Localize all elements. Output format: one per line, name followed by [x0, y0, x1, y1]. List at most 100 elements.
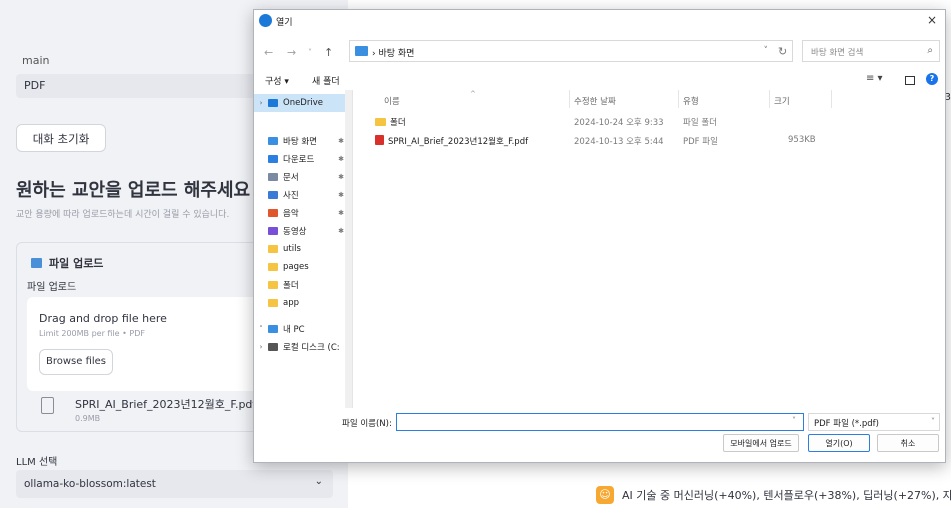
- column-divider[interactable]: [569, 90, 570, 108]
- mode-label: main: [22, 54, 50, 67]
- view-options-icon[interactable]: ≡ ▾: [866, 73, 883, 84]
- open-button[interactable]: 열기(O): [808, 434, 870, 452]
- file-row-name[interactable]: SPRI_AI_Brief_2023년12월호_F.pdf: [375, 135, 528, 147]
- file-row-type-text: 파일 폴더: [683, 118, 717, 128]
- help-icon[interactable]: ?: [926, 73, 938, 85]
- refresh-icon[interactable]: ↻: [778, 45, 787, 58]
- dialog-title: 열기: [276, 18, 293, 28]
- nav-item[interactable]: app: [254, 294, 352, 312]
- nav-item[interactable]: ˅ 내 PC: [254, 320, 352, 338]
- preview-pane-icon[interactable]: [905, 76, 915, 85]
- close-icon[interactable]: ×: [927, 13, 937, 27]
- nav-item[interactable]: 동영상 ✱: [254, 222, 352, 240]
- filename-input[interactable]: [396, 413, 804, 431]
- nav-item-label: app: [283, 298, 299, 308]
- expander-header[interactable]: 파일 업로드: [31, 255, 103, 271]
- file-row-date-text: 2024-10-24 오후 9:33: [574, 118, 664, 128]
- column-name[interactable]: 이름: [384, 95, 400, 107]
- nav-item[interactable]: 음악 ✱: [254, 204, 352, 222]
- nav-item[interactable]: 문서 ✱: [254, 168, 352, 186]
- column-divider[interactable]: [769, 90, 770, 108]
- search-icon: ⌕: [927, 45, 933, 56]
- chevron-down-icon[interactable]: ˅: [308, 48, 312, 57]
- mode-select[interactable]: PDF: [16, 74, 256, 98]
- uploader-label: 파일 업로드: [27, 282, 77, 293]
- folder-icon: [268, 209, 278, 217]
- file-row-date: 2024-10-24 오후 9:33: [574, 116, 664, 128]
- nav-item-label: 동영상: [283, 227, 307, 237]
- file-row-name[interactable]: 폴더: [375, 116, 406, 128]
- expand-arrow-icon: ˅: [259, 325, 263, 333]
- folder-icon: [268, 191, 278, 199]
- file-row-type: PDF 파일: [683, 135, 718, 147]
- cancel-button[interactable]: 취소: [877, 434, 939, 452]
- dialog-titlebar[interactable]: 열기 ×: [254, 10, 945, 32]
- folder-icon: [268, 173, 278, 181]
- llm-select[interactable]: ollama-ko-blossom:latest ⌄: [16, 470, 333, 498]
- address-bar[interactable]: › 바탕 화면 ˅: [349, 40, 793, 62]
- address-path: › 바탕 화면: [372, 49, 415, 59]
- upload-heading: 원하는 교안을 업로드 해주세요: [16, 180, 251, 201]
- new-folder-button[interactable]: 새 폴더: [312, 74, 340, 87]
- filename-label: 파일 이름(N):: [342, 419, 392, 429]
- nav-item-label: 문서: [283, 173, 299, 183]
- nav-item[interactable]: › 로컬 디스크 (C:: [254, 338, 352, 356]
- chevron-down-icon: ⌄: [314, 476, 323, 487]
- filetype-value: PDF 파일 (*.pdf): [814, 419, 879, 429]
- file-row-name-text: 폴더: [390, 118, 406, 128]
- nav-item-label: 음악: [283, 209, 299, 219]
- reset-chat-button[interactable]: 대화 초기화: [16, 124, 106, 152]
- nav-item-label: 내 PC: [283, 325, 305, 335]
- upload-from-mobile-button[interactable]: 모바일에서 업로드: [723, 434, 799, 452]
- filetype-select[interactable]: PDF 파일 (*.pdf) ˅: [808, 413, 940, 431]
- folder-icon: [268, 281, 278, 289]
- nav-item[interactable]: 다운로드 ✱: [254, 150, 352, 168]
- pin-icon: ✱: [338, 137, 344, 145]
- file-row-date: 2024-10-13 오후 5:44: [574, 135, 664, 147]
- pin-icon: ✱: [338, 191, 344, 199]
- nav-item-label: 폴더: [283, 281, 299, 291]
- folder-icon: [268, 245, 278, 253]
- expand-arrow-icon: ›: [259, 343, 263, 351]
- file-row-name-text: SPRI_AI_Brief_2023년12월호_F.pdf: [388, 137, 529, 147]
- pdf-file-icon: [375, 135, 384, 145]
- nav-item[interactable]: 사진 ✱: [254, 186, 352, 204]
- nav-item[interactable]: › OneDrive: [254, 94, 352, 112]
- llm-label: LLM 선택: [16, 457, 58, 468]
- navigation-pane: › OneDrive 바탕 화면 ✱ 다운로드 ✱ 문서 ✱ 사진 ✱ 음악 ✱ 동영상 ✱ utils pa…: [254, 90, 352, 408]
- file-row-date-text: 2024-10-13 오후 5:44: [574, 137, 664, 147]
- nav-item[interactable]: utils: [254, 240, 352, 258]
- nav-item-label: 다운로드: [283, 155, 315, 165]
- desktop-icon: [355, 46, 368, 56]
- uploaded-file-name: SPRI_AI_Brief_2023년12월호_F.pdf: [75, 398, 257, 411]
- organize-button[interactable]: 구성 ▾: [265, 74, 289, 87]
- column-divider[interactable]: [831, 90, 832, 108]
- browse-files-button[interactable]: Browse files: [39, 349, 113, 375]
- pin-icon: ✱: [338, 227, 344, 235]
- folder-icon: [268, 137, 278, 145]
- back-icon[interactable]: ←: [264, 46, 273, 59]
- column-type[interactable]: 유형: [683, 95, 699, 107]
- column-divider[interactable]: [678, 90, 679, 108]
- dropzone-limit: Limit 200MB per file • PDF: [39, 329, 145, 338]
- pane-divider[interactable]: [352, 90, 353, 408]
- nav-item-label: pages: [283, 262, 309, 272]
- sort-caret-icon: ^: [470, 90, 476, 98]
- nav-item[interactable]: pages: [254, 258, 352, 276]
- nav-item[interactable]: 바탕 화면 ✱: [254, 132, 352, 150]
- column-date[interactable]: 수정한 날짜: [574, 95, 616, 107]
- dropzone-title: Drag and drop file here: [39, 312, 167, 325]
- folder-icon: [268, 325, 278, 333]
- pin-icon: ✱: [338, 155, 344, 163]
- search-box[interactable]: 바탕 화면 검색 ⌕: [802, 40, 940, 62]
- column-size[interactable]: 크기: [774, 95, 790, 107]
- chevron-down-icon[interactable]: ˅: [764, 46, 769, 56]
- browser-icon: [259, 14, 272, 27]
- forward-icon[interactable]: →: [287, 46, 296, 59]
- file-row-type-text: PDF 파일: [683, 137, 718, 147]
- file-row-type: 파일 폴더: [683, 116, 717, 128]
- nav-item[interactable]: 폴더: [254, 276, 352, 294]
- bot-avatar-icon: ☺: [596, 486, 614, 504]
- up-arrow-icon[interactable]: ↑: [324, 46, 333, 59]
- nav-scrollbar[interactable]: [345, 90, 352, 408]
